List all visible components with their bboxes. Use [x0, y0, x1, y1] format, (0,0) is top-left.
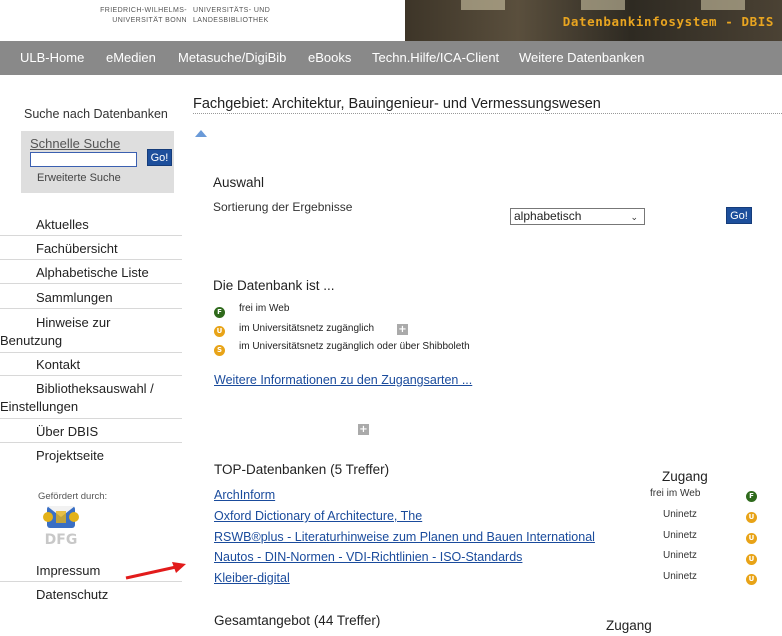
auswahl-heading: Auswahl: [213, 175, 265, 190]
quick-search-box: Schnelle Suche Go! Erweiterte Suche: [21, 131, 174, 193]
database-link-oxford[interactable]: Oxford Dictionary of Architecture, The: [214, 509, 422, 523]
page-title: Fachgebiet: Architektur, Bauingenieur- u…: [193, 96, 601, 112]
nav-emedien[interactable]: eMedien: [106, 50, 156, 65]
database-link-nautos[interactable]: Nautos - DIN-Normen - VDI-Richtlinien - …: [214, 550, 522, 564]
university-name-line2: UNIVERSITÄT BONN: [112, 17, 187, 24]
sort-select[interactable]: alphabetisch ⌄: [510, 208, 645, 225]
sidebar-item-label: Über DBIS: [36, 424, 99, 439]
library-name-line2: LANDESBIBLIOTHEK: [193, 17, 269, 24]
access-status: Uninetz: [663, 530, 697, 541]
library-name-line1: UNIVERSITÄTS- UND: [193, 7, 271, 14]
uninet-badge-icon: U: [746, 554, 757, 565]
uninet-badge-icon: U: [746, 533, 757, 544]
sidebar-item-fachuebersicht[interactable]: Fachübersicht: [0, 239, 182, 260]
banner-lamp: [581, 0, 625, 10]
expand-plus-icon[interactable]: +: [358, 424, 369, 435]
banner-title: Datenbankinfosystem - DBIS: [562, 14, 774, 29]
uninet-badge-icon: U: [214, 326, 225, 337]
sidebar-item-label: Aktuelles: [36, 217, 89, 232]
dfg-sponsor-logo[interactable]: DFG: [38, 505, 84, 548]
access-status: Uninetz: [663, 550, 697, 561]
sidebar-item-label: Projektseite: [36, 448, 104, 463]
sponsor-label: Gefördert durch:: [38, 491, 108, 502]
quick-search-link[interactable]: Schnelle Suche: [30, 136, 120, 151]
total-access-column-heading: Zugang: [606, 618, 652, 633]
access-status: Uninetz: [663, 571, 697, 582]
sidebar-item-label: Kontakt: [36, 357, 81, 372]
sidebar-item-ueber-dbis[interactable]: Über DBIS: [0, 422, 182, 443]
sort-select-value: alphabetisch: [514, 209, 582, 223]
access-status: Uninetz: [663, 509, 697, 520]
sidebar-item-label-cont: Benutzung: [0, 333, 63, 348]
university-name-line1: FRIEDRICH-WILHELMS-: [100, 7, 187, 14]
nav-metasuche[interactable]: Metasuche/DigiBib: [178, 50, 286, 65]
sidebar-item-label: Sammlungen: [36, 290, 113, 305]
free-web-badge-icon: F: [746, 491, 757, 502]
sidebar-item-label: Alphabetische Liste: [36, 265, 149, 280]
more-info-link[interactable]: Weitere Informationen zu den Zugangsarte…: [214, 373, 472, 387]
library-logo[interactable]: UNIVERSITÄTS- UND LANDESBIBLIOTHEK: [193, 6, 270, 26]
shibboleth-badge-icon: S: [214, 345, 225, 356]
advanced-search-link[interactable]: Erweiterte Suche: [37, 172, 121, 184]
sponsor-logo-text: DFG: [45, 532, 78, 547]
sidebar-item-bibliotheksauswahl[interactable]: Bibliotheksauswahl / Einstellungen: [0, 379, 182, 419]
free-web-badge-icon: F: [214, 307, 225, 318]
nav-techn-hilfe[interactable]: Techn.Hilfe/ICA-Client: [372, 50, 499, 65]
sort-label: Sortierung der Ergebnisse: [213, 200, 353, 214]
nav-weitere-datenbanken[interactable]: Weitere Datenbanken: [519, 50, 645, 65]
sidebar-item-label: Fachübersicht: [36, 241, 118, 256]
legend-heading: Die Datenbank ist ...: [213, 278, 335, 293]
university-logo[interactable]: FRIEDRICH-WILHELMS- UNIVERSITÄT BONN: [100, 6, 187, 26]
sidebar-item-label: Hinweise zur: [36, 315, 111, 330]
header: FRIEDRICH-WILHELMS- UNIVERSITÄT BONN UNI…: [0, 0, 782, 41]
nav-ulb-home[interactable]: ULB-Home: [20, 50, 84, 65]
sidebar-item-datenschutz[interactable]: Datenschutz: [0, 585, 182, 606]
quick-search-input[interactable]: [30, 152, 137, 167]
quick-search-go-button[interactable]: Go!: [147, 149, 172, 166]
sidebar-item-alphabetische-liste[interactable]: Alphabetische Liste: [0, 263, 182, 284]
database-link-kleiber[interactable]: Kleiber-digital: [214, 571, 290, 585]
header-banner: Datenbankinfosystem - DBIS: [405, 0, 782, 41]
sidebar-item-sammlungen[interactable]: Sammlungen: [0, 288, 182, 309]
access-status: frei im Web: [650, 488, 701, 499]
sidebar-item-aktuelles[interactable]: Aktuelles: [0, 215, 182, 236]
collapse-up-icon[interactable]: [195, 130, 207, 137]
sidebar-item-projektseite[interactable]: Projektseite: [0, 446, 182, 467]
database-link-archinform[interactable]: ArchInform: [214, 488, 275, 502]
sidebar-item-label-cont: Einstellungen: [0, 399, 79, 414]
banner-lamp: [461, 0, 505, 10]
title-divider: [193, 113, 782, 114]
legend-text-uninet: im Universitätsnetz zugänglich: [239, 323, 375, 334]
sidebar-item-hinweise[interactable]: Hinweise zur Benutzung: [0, 313, 182, 353]
chevron-down-icon: ⌄: [630, 212, 638, 222]
database-link-rswb[interactable]: RSWB®plus - Literaturhinweise zum Planen…: [214, 530, 595, 544]
sidebar-heading: Suche nach Datenbanken: [24, 107, 168, 121]
banner-lamp: [701, 0, 745, 10]
uninet-badge-icon: U: [746, 512, 757, 523]
annotation-arrow-icon: [125, 562, 186, 580]
legend-text-shibboleth: im Universitätsnetz zugänglich oder über…: [239, 341, 470, 352]
sidebar-item-kontakt[interactable]: Kontakt: [0, 355, 182, 376]
top-databases-heading: TOP-Datenbanken (5 Treffer): [214, 462, 390, 477]
total-databases-heading: Gesamtangebot (44 Treffer): [214, 613, 381, 628]
top-navigation: ULB-Home eMedien Metasuche/DigiBib eBook…: [0, 41, 782, 75]
sort-go-button[interactable]: Go!: [726, 207, 752, 224]
expand-plus-icon[interactable]: +: [397, 324, 408, 335]
uninet-badge-icon: U: [746, 574, 757, 585]
sidebar-item-label: Bibliotheksauswahl /: [36, 381, 154, 396]
access-column-heading: Zugang: [662, 469, 708, 484]
legend-text-free: frei im Web: [239, 303, 290, 314]
nav-ebooks[interactable]: eBooks: [308, 50, 351, 65]
sidebar-item-label: Datenschutz: [36, 587, 109, 602]
